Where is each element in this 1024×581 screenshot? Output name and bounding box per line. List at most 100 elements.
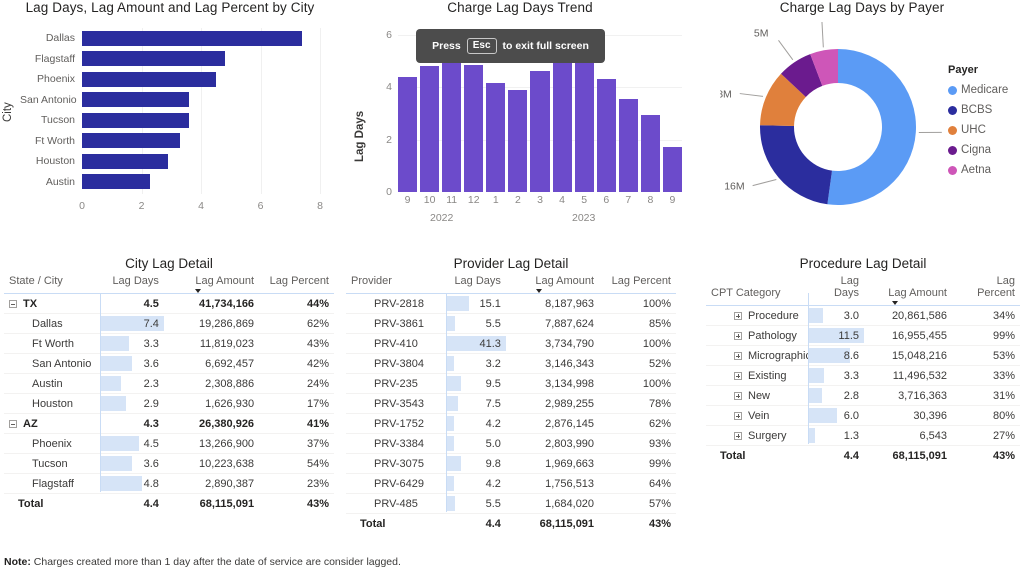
plus-box-icon[interactable]: [734, 331, 742, 340]
trend-column[interactable]: [662, 24, 683, 192]
trend-bar[interactable]: [464, 64, 484, 192]
bar-segment[interactable]: [82, 51, 225, 67]
column-header-lag-amount[interactable]: Lag Amount: [163, 271, 260, 294]
table-row[interactable]: PRV-3861 5.5 7,887,624 85%: [346, 313, 676, 334]
column-header-lag-amount[interactable]: Lag Amount: [864, 271, 952, 306]
trend-bar[interactable]: [508, 89, 528, 192]
column-header-lag-percent[interactable]: Lag Percent: [259, 271, 334, 294]
plus-box-icon[interactable]: [734, 431, 742, 440]
trend-bar[interactable]: [530, 71, 550, 192]
table-row[interactable]: PRV-3384 5.0 2,803,990 93%: [346, 433, 676, 454]
column-header-cpt-category[interactable]: CPT Category: [706, 271, 808, 306]
table-row[interactable]: Austin 2.3 2,308,886 24%: [4, 373, 334, 394]
table-row[interactable]: PRV-3543 7.5 2,989,255 78%: [346, 393, 676, 414]
table-row[interactable]: PRV-410 41.3 3,734,790 100%: [346, 333, 676, 354]
legend-item-cigna[interactable]: Cigna: [948, 140, 1024, 160]
table-row[interactable]: Pathology 11.5 16,955,455 99%: [706, 325, 1020, 346]
table-row[interactable]: San Antonio 3.6 6,692,457 42%: [4, 353, 334, 374]
plus-box-icon[interactable]: [734, 351, 742, 360]
minus-box-icon[interactable]: [9, 299, 17, 308]
trend-column[interactable]: [618, 24, 638, 192]
cell-lag-days: 3.6: [101, 353, 164, 374]
bar-chart-row[interactable]: Flagstaff: [20, 49, 320, 70]
table-row[interactable]: Surgery 1.3 6,543 27%: [706, 425, 1020, 446]
trend-bar[interactable]: [618, 98, 638, 192]
table-row[interactable]: PRV-6429 4.2 1,756,513 64%: [346, 473, 676, 494]
plus-box-icon[interactable]: [734, 391, 742, 400]
bar-category-label: San Antonio: [20, 93, 77, 106]
charge-lag-days-by-payer-donut[interactable]: Charge Lag Days by Payer 36M16M8M5M4M Pa…: [700, 0, 1024, 245]
table-row[interactable]: Houston 2.9 1,626,930 17%: [4, 393, 334, 414]
bar-segment[interactable]: [82, 153, 169, 169]
bar-chart-row[interactable]: San Antonio: [20, 90, 320, 111]
table-row[interactable]: Existing 3.3 11,496,532 33%: [706, 365, 1020, 386]
donut-slice-medicare[interactable]: [827, 49, 917, 206]
table-row[interactable]: New 2.8 3,716,363 31%: [706, 385, 1020, 406]
table-row[interactable]: AZ 4.3 26,380,926 41%: [4, 413, 334, 434]
bar-chart-row[interactable]: Tucson: [20, 110, 320, 131]
bar-segment[interactable]: [82, 30, 303, 46]
table-row[interactable]: Micrographic 8.6 15,048,216 53%: [706, 345, 1020, 366]
bar-chart-row[interactable]: Houston: [20, 151, 320, 172]
city-lag-bar-chart[interactable]: Lag Days, Lag Amount and Lag Percent by …: [0, 0, 340, 245]
column-header-lag-days[interactable]: Lag Days: [808, 271, 864, 306]
column-header-state-city[interactable]: State / City: [4, 271, 102, 294]
plus-box-icon[interactable]: [734, 371, 742, 380]
table-row[interactable]: Vein 6.0 30,396 80%: [706, 405, 1020, 426]
bar-segment[interactable]: [82, 71, 216, 87]
column-separator: [808, 293, 809, 444]
trend-bar[interactable]: [420, 66, 440, 192]
table-row[interactable]: Phoenix 4.5 13,266,900 37%: [4, 433, 334, 454]
procedure-lag-detail-table[interactable]: Procedure Lag Detail CPT Category Lag Day…: [706, 256, 1020, 486]
plus-box-icon[interactable]: [734, 411, 742, 420]
trend-bar[interactable]: [552, 42, 572, 192]
table-row[interactable]: Procedure 3.0 20,861,586 34%: [706, 305, 1020, 326]
trend-bar[interactable]: [486, 83, 506, 192]
minus-box-icon[interactable]: [9, 419, 17, 428]
bar-segment[interactable]: [82, 133, 181, 149]
trend-bar[interactable]: [640, 114, 660, 192]
column-header-lag-days[interactable]: Lag Days: [447, 271, 506, 294]
row-label: Vein: [706, 405, 808, 426]
column-header-lag-percent[interactable]: Lag Percent: [599, 271, 676, 294]
city-lag-detail-table[interactable]: City Lag Detail State / City Lag Days Lag …: [4, 256, 334, 532]
column-header-provider[interactable]: Provider: [346, 271, 448, 294]
trend-bar[interactable]: [398, 76, 418, 192]
table-row[interactable]: Tucson 3.6 10,223,638 54%: [4, 453, 334, 474]
bar-chart-row[interactable]: Dallas: [20, 28, 320, 49]
table-row[interactable]: PRV-235 9.5 3,134,998 100%: [346, 373, 676, 394]
donut-slice-bcbs[interactable]: [760, 125, 833, 205]
column-header-lag-percent[interactable]: Lag Percent: [952, 271, 1020, 306]
trend-bar[interactable]: [596, 79, 616, 192]
provider-lag-detail-table[interactable]: Provider Lag Detail Provider Lag Days Lag …: [346, 256, 676, 536]
legend-item-uhc[interactable]: UHC: [948, 120, 1024, 140]
trend-bar[interactable]: [442, 52, 462, 192]
table-row[interactable]: Dallas 7.4 19,286,869 62%: [4, 313, 334, 334]
column-header-lag-days[interactable]: Lag Days: [101, 271, 164, 294]
bar-segment[interactable]: [82, 112, 190, 128]
bar-segment[interactable]: [82, 92, 190, 108]
table-row[interactable]: Ft Worth 3.3 11,819,023 43%: [4, 333, 334, 354]
column-header-lag-amount[interactable]: Lag Amount: [505, 271, 600, 294]
legend-item-aetna[interactable]: Aetna: [948, 160, 1024, 180]
plus-box-icon[interactable]: [734, 311, 742, 320]
trend-bar[interactable]: [574, 43, 594, 192]
cell-value: 8.6: [843, 349, 859, 362]
legend-item-bcbs[interactable]: BCBS: [948, 100, 1024, 120]
table-row[interactable]: PRV-485 5.5 1,684,020 57%: [346, 493, 676, 514]
bar-segment[interactable]: [82, 174, 151, 190]
table-row[interactable]: PRV-3804 3.2 3,146,343 52%: [346, 353, 676, 374]
table-row[interactable]: Flagstaff 4.8 2,890,387 23%: [4, 473, 334, 494]
trend-column[interactable]: [640, 24, 660, 192]
trend-bar[interactable]: [662, 147, 683, 192]
bar-chart-row[interactable]: Ft Worth: [20, 131, 320, 152]
bar-chart-row[interactable]: Austin: [20, 172, 320, 193]
table-row[interactable]: PRV-1752 4.2 2,876,145 62%: [346, 413, 676, 434]
legend-item-medicare[interactable]: Medicare: [948, 80, 1024, 100]
table-row[interactable]: TX 4.5 41,734,166 44%: [4, 293, 334, 314]
cell-lag-days: 5.0: [447, 433, 506, 454]
table-row[interactable]: PRV-3075 9.8 1,969,663 99%: [346, 453, 676, 474]
table-row[interactable]: PRV-2818 15.1 8,187,963 100%: [346, 293, 676, 314]
bar-chart-row[interactable]: Phoenix: [20, 69, 320, 90]
trend-column[interactable]: [398, 24, 418, 192]
